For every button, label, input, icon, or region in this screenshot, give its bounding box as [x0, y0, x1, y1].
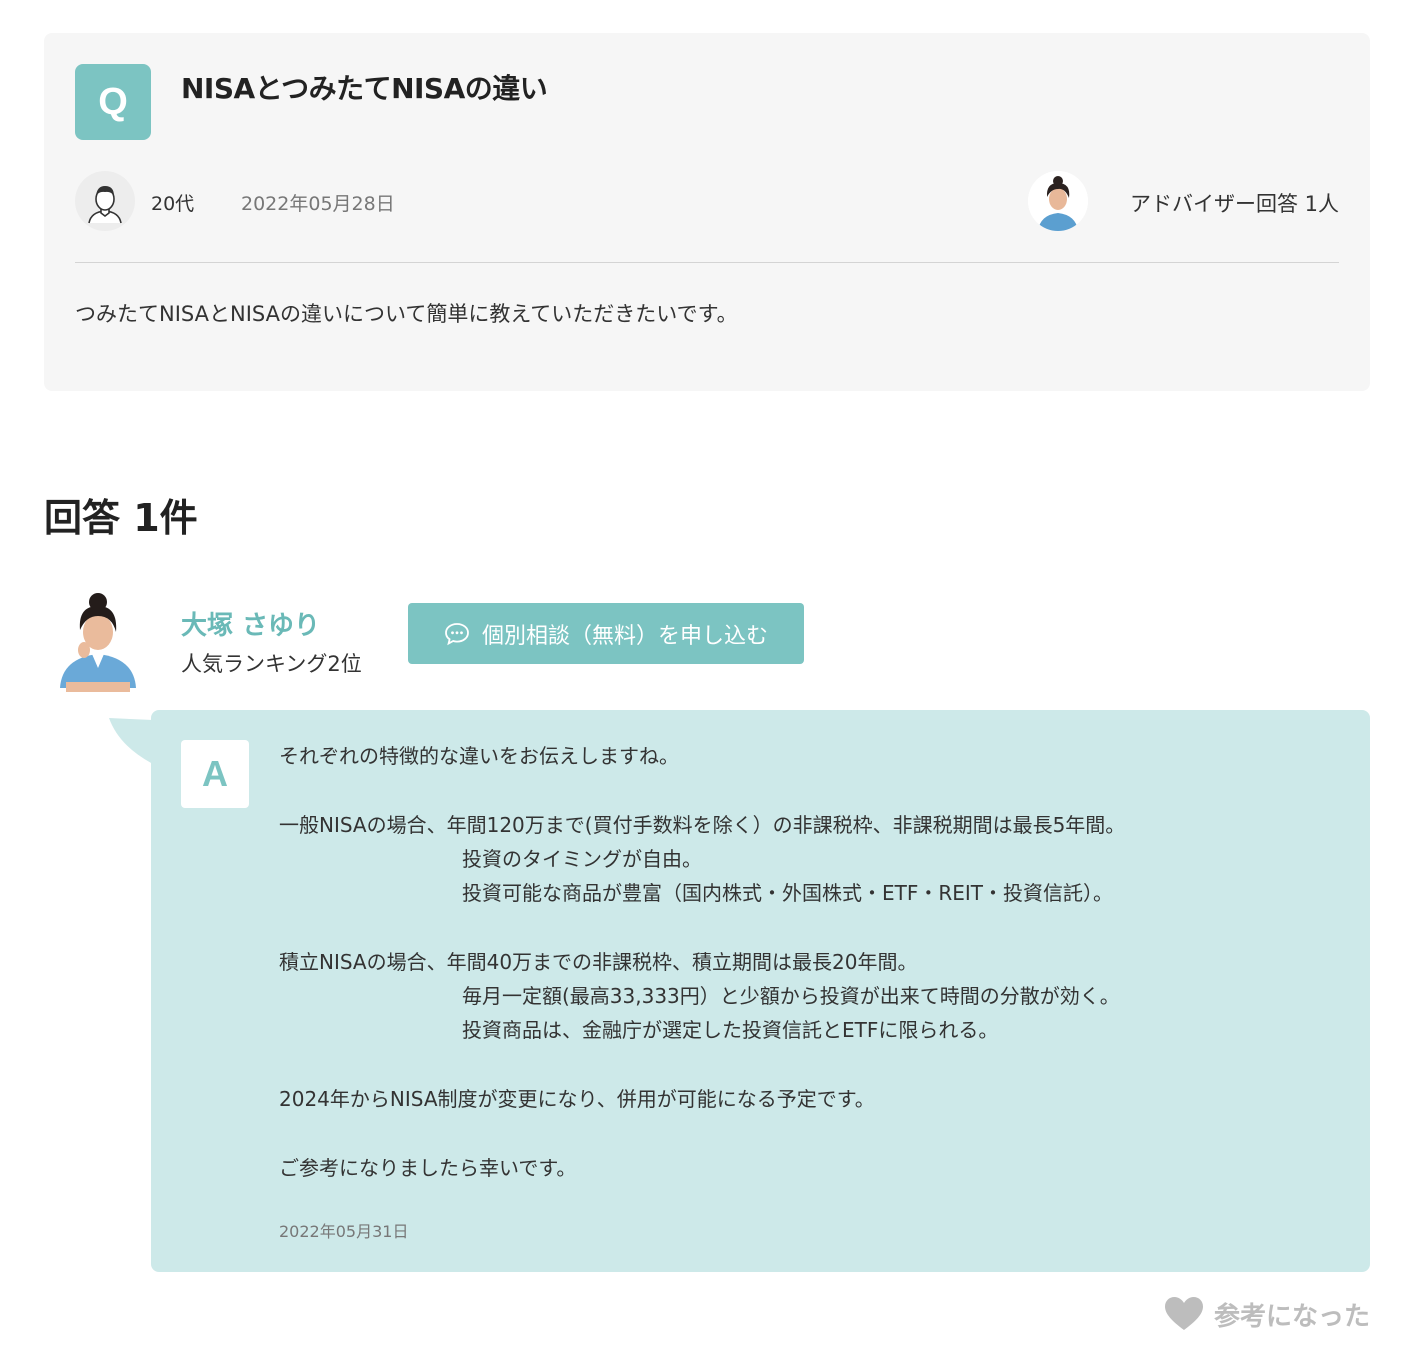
consult-button-label: 個別相談（無料）を申し込む	[481, 623, 768, 649]
chat-bubble-icon	[445, 622, 469, 645]
answer-body: それぞれの特徴的な違いをお伝えしますね。 一般NISAの場合、年間120万まで(…	[279, 739, 1125, 1185]
advisor-avatar[interactable]	[1028, 171, 1088, 231]
answer-card: A それぞれの特徴的な違いをお伝えしますね。 一般NISAの場合、年間120万ま…	[151, 710, 1370, 1272]
answer-line: 投資商品は、金融庁が選定した投資信託とETFに限られる。	[462, 1018, 999, 1043]
answers-heading: 回答 1件	[44, 496, 198, 540]
answer-date: 2022年05月31日	[279, 1222, 409, 1241]
answer-line	[279, 1048, 1125, 1082]
helpful-button[interactable]: 参考になった	[1164, 1291, 1370, 1337]
answer-line	[279, 773, 1125, 807]
answer-line: 毎月一定額(最高33,333円）と少額から投資が出来て時間の分散が効く。	[462, 984, 1120, 1009]
user-icon	[88, 186, 122, 224]
answer-line	[279, 910, 1125, 944]
answer-line: それぞれの特徴的な違いをお伝えしますね。	[279, 744, 679, 768]
advisor-name-link[interactable]: 大塚 さゆり	[181, 605, 320, 642]
question-date: 2022年05月28日	[241, 193, 395, 215]
asker-avatar	[75, 171, 135, 231]
answer-line: 一般NISAの場合、年間120万まで(買付手数料を除く）の非課税枠、非課税期間は…	[279, 812, 1126, 837]
consult-button[interactable]: 個別相談（無料）を申し込む	[408, 603, 804, 664]
question-badge: Q	[75, 64, 151, 140]
advisor-rank: 人気ランキング2位	[181, 652, 362, 676]
answer-line	[279, 1116, 1125, 1150]
answer-line: 2024年からNISA制度が変更になり、併用が可能になる予定です。	[279, 1086, 875, 1111]
advisor-photo-icon	[1028, 171, 1088, 231]
answer-line: ご参考になりましたら幸いです。	[279, 1155, 577, 1180]
heart-icon	[1164, 1297, 1203, 1330]
divider	[75, 262, 1339, 263]
question-body: つみたてNISAとNISAの違いについて簡単に教えていただきたいです。	[75, 302, 738, 326]
answer-line: 投資可能な商品が豊富（国内株式・外国株式・ETF・REIT・投資信託）。	[462, 881, 1114, 906]
advisor-answer-count: アドバイザー回答 1人	[1129, 192, 1339, 216]
helpful-label: 参考になった	[1213, 1301, 1370, 1332]
answerer-avatar[interactable]	[56, 588, 140, 692]
question-title: NISAとつみたてNISAの違い	[181, 72, 548, 105]
asker-age: 20代	[151, 193, 195, 215]
question-card: Q NISAとつみたてNISAの違い 20代 2022年05月28日 アドバイザ…	[44, 33, 1370, 391]
advisor-photo-icon	[56, 588, 140, 692]
answer-line: 投資のタイミングが自由。	[462, 846, 702, 871]
answer-line: 積立NISAの場合、年間40万までの非課税枠、積立期間は最長20年間。	[279, 949, 918, 974]
answer-badge: A	[181, 740, 249, 808]
